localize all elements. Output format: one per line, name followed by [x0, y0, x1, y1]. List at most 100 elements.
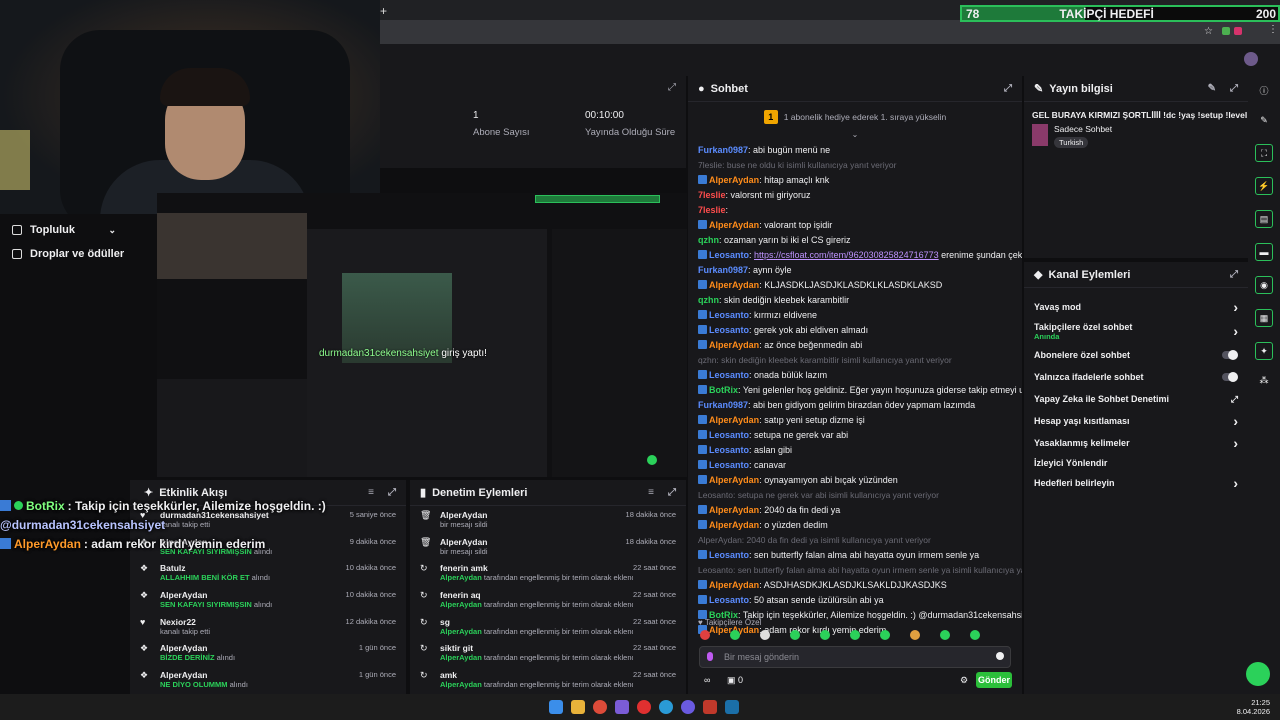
chat-username[interactable]: AlperAydan	[709, 280, 759, 290]
channel-action-row[interactable]: Yavaş mod ›	[1024, 296, 1248, 318]
channel-action-row[interactable]: Hesap yaşı kısıtlaması ›	[1024, 410, 1248, 432]
chat-username[interactable]: Furkan0987	[698, 265, 748, 275]
chat-username[interactable]: Leosanto	[709, 250, 749, 260]
chat-username[interactable]: Furkan0987	[698, 145, 748, 155]
chat-username[interactable]: Leosanto	[709, 430, 749, 440]
emote-icon[interactable]	[760, 630, 770, 640]
chat-username[interactable]: AlperAydan	[709, 415, 759, 425]
chat-username[interactable]: Leosanto	[709, 550, 749, 560]
language-tag[interactable]: Turkish	[1054, 137, 1089, 148]
moderation-subject[interactable]: fenerin aq	[440, 590, 633, 600]
chat-username[interactable]: AlperAydan	[709, 175, 759, 185]
chat-username[interactable]: AlperAydan	[709, 505, 759, 515]
chat-username[interactable]: AlperAydan	[709, 220, 759, 230]
mic-icon[interactable]	[707, 652, 713, 661]
moderation-subject[interactable]: AlperAydan	[440, 510, 626, 520]
chat-username[interactable]: Leosanto	[709, 445, 749, 455]
channel-action-row[interactable]: Yasaklanmış kelimeler ›	[1024, 432, 1248, 454]
fullscreen-icon[interactable]: ⛶	[1255, 144, 1273, 162]
activity-user[interactable]: AlperAydan	[160, 590, 346, 600]
channel-action-row[interactable]: İzleyici Yönlendir	[1024, 454, 1248, 472]
popout-icon[interactable]: ⤢	[1004, 83, 1012, 94]
popout-icon[interactable]: ⤢	[1230, 269, 1238, 280]
emote-icon[interactable]	[880, 630, 890, 640]
send-button[interactable]: Gönder	[976, 672, 1012, 688]
activity-user[interactable]: AlperAydan	[160, 643, 359, 653]
activity-user[interactable]: Nexior22	[160, 617, 346, 627]
chevron-right-icon[interactable]: ›	[1233, 475, 1238, 491]
filter-icon[interactable]: ≡	[368, 487, 374, 498]
lightning-icon[interactable]: ⚡	[1255, 177, 1273, 195]
avatar[interactable]	[1244, 52, 1258, 66]
chat-username[interactable]: AlperAydan	[709, 520, 759, 530]
profile-icon[interactable]	[1234, 27, 1242, 35]
channel-action-row[interactable]: Yalnızca ifadelerle sohbet	[1024, 366, 1248, 388]
people-icon[interactable]: ⁂	[1248, 375, 1280, 386]
chat-username[interactable]: Leosanto	[709, 595, 749, 605]
edge-icon[interactable]	[659, 700, 673, 714]
emote-icon[interactable]	[820, 630, 830, 640]
help-chat-button[interactable]	[1246, 662, 1270, 686]
info-icon[interactable]: ⓘ	[1248, 84, 1280, 97]
chat-username[interactable]: AlperAydan	[709, 475, 759, 485]
chat-username[interactable]: Leosanto	[709, 325, 749, 335]
toggle-switch[interactable]	[1222, 372, 1238, 382]
popout-icon[interactable]: ⤢	[388, 487, 396, 498]
layout-icon[interactable]: ▦	[1255, 309, 1273, 327]
emote-icon[interactable]	[940, 630, 950, 640]
emote-bar[interactable]	[688, 630, 1022, 640]
toggle-switch[interactable]	[1222, 350, 1238, 360]
popout-icon[interactable]: ⤢	[668, 82, 676, 93]
popout-icon[interactable]: ⤢	[1230, 83, 1238, 94]
emote-icon[interactable]	[970, 630, 980, 640]
chat-username[interactable]: Leosanto	[709, 310, 749, 320]
emoji-icon[interactable]	[996, 652, 1004, 660]
discord-icon[interactable]	[615, 700, 629, 714]
moderation-subject[interactable]: AlperAydan	[440, 537, 626, 547]
app-icon[interactable]	[681, 700, 695, 714]
emote-icon[interactable]	[910, 630, 920, 640]
windows-start-icon[interactable]	[549, 700, 563, 714]
moderation-subject[interactable]: siktir git	[440, 643, 633, 653]
emote-icon[interactable]	[730, 630, 740, 640]
nav-community[interactable]: Topluluk ⌄	[0, 218, 130, 242]
chat-username[interactable]: AlperAydan	[709, 340, 759, 350]
system-tray[interactable]: 21:25 8.04.2026	[1237, 698, 1270, 716]
chrome-icon[interactable]	[593, 700, 607, 714]
star-icon[interactable]: ☆	[1204, 26, 1213, 37]
chat-username[interactable]: 7leslie	[698, 205, 726, 215]
channel-action-row[interactable]: Abonelere özel sohbet	[1024, 344, 1248, 366]
new-tab-icon[interactable]: +	[380, 4, 387, 18]
broadcast-icon[interactable]: ◉	[1255, 276, 1273, 294]
gift-banner[interactable]: 1 1 abonelik hediye ederek 1. sıraya yük…	[688, 102, 1022, 132]
chevron-right-icon[interactable]: ›	[1233, 413, 1238, 429]
chat-username[interactable]: qzhn	[698, 235, 719, 245]
opera-icon[interactable]	[637, 700, 651, 714]
channel-action-row[interactable]: Takipçilere özel sohbet Anında ›	[1024, 318, 1248, 344]
external-link-icon[interactable]: ⤢	[1231, 394, 1238, 405]
popout-icon[interactable]: ⤢	[668, 487, 676, 498]
chevron-down-icon[interactable]: ⌄	[688, 131, 1022, 142]
activity-user[interactable]: Batulz	[160, 563, 346, 573]
moderation-subject[interactable]: amk	[440, 670, 633, 680]
chat-username[interactable]: BotRix	[709, 385, 738, 395]
emote-icon[interactable]	[790, 630, 800, 640]
edit-icon[interactable]: ✎	[1208, 83, 1216, 94]
emote-icon[interactable]	[700, 630, 710, 640]
chat-link[interactable]: https://csfloat.com/item/962030825824716…	[754, 250, 939, 260]
chat-username[interactable]: Furkan0987	[698, 400, 748, 410]
category-name[interactable]: Sadece Sohbet	[1054, 124, 1112, 134]
nav-drops[interactable]: Droplar ve ödüller	[0, 242, 130, 266]
chevron-right-icon[interactable]: ›	[1233, 435, 1238, 451]
activity-user[interactable]: AlperAydan	[160, 670, 359, 680]
file-explorer-icon[interactable]	[571, 700, 585, 714]
extension-icon[interactable]	[1222, 27, 1230, 35]
settings-icon[interactable]: ∞	[704, 675, 710, 685]
app-icon[interactable]	[703, 700, 717, 714]
filter-icon[interactable]: ≡	[648, 487, 654, 498]
chat-username[interactable]: AlperAydan	[709, 580, 759, 590]
document-icon[interactable]: ▤	[1255, 210, 1273, 228]
chat-username[interactable]: 7leslie	[698, 190, 726, 200]
chat-icon[interactable]: ▬	[1255, 243, 1273, 261]
chat-message-input[interactable]: Bir mesaj gönderin	[699, 646, 1011, 668]
